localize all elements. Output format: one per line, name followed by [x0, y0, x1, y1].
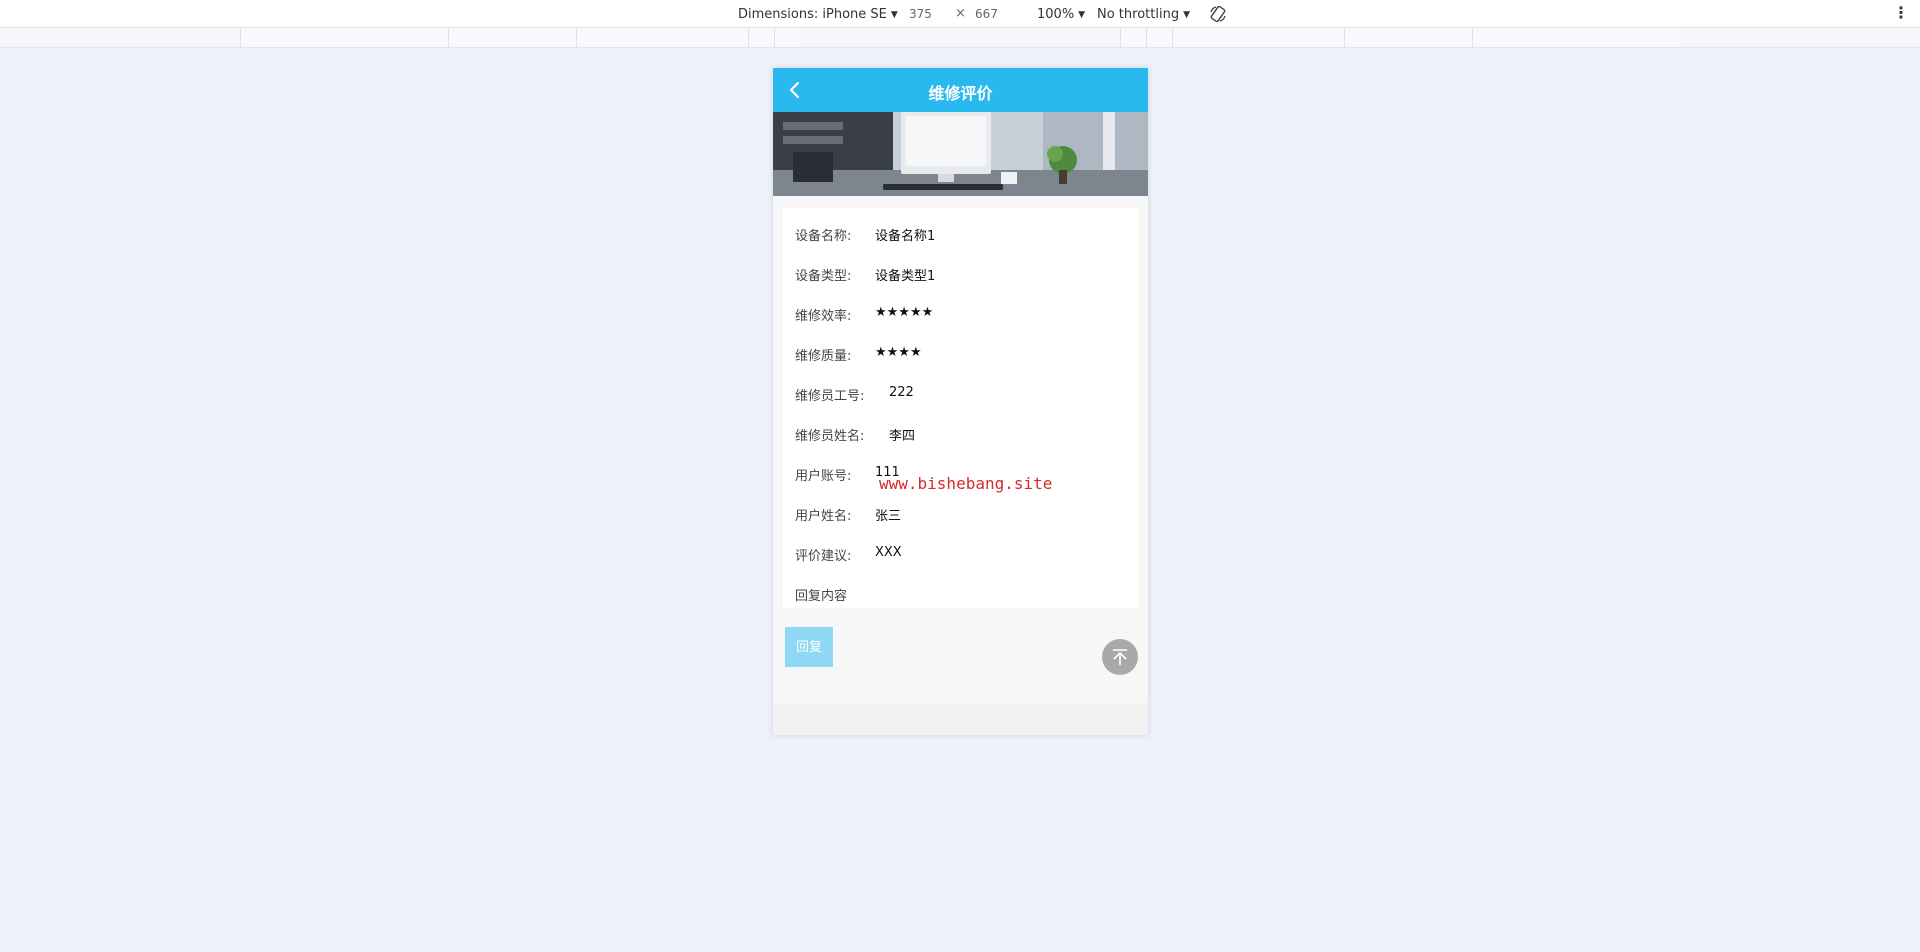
rotate-icon[interactable]: [1208, 4, 1228, 24]
caret-down-icon: ▼: [1183, 10, 1190, 20]
media-query-segment[interactable]: [748, 28, 774, 47]
devtools-device-toolbar: Dimensions: iPhone SE ▼ 375 × 667 100% ▼ N…: [0, 0, 1920, 28]
watermark-text: www.bishebang.site: [879, 474, 1053, 493]
media-query-segment[interactable]: [240, 28, 448, 47]
media-query-segment[interactable]: [448, 28, 576, 47]
back-to-top-button[interactable]: [1102, 639, 1138, 675]
repairer-name-value: 李四: [889, 429, 916, 444]
device-dimensions-label: Dimensions: iPhone SE: [738, 7, 887, 22]
arrow-up-to-top-icon: [1113, 649, 1127, 665]
media-query-segment[interactable]: [774, 28, 800, 47]
zoom-dropdown[interactable]: 100% ▼: [1037, 7, 1085, 22]
repair-quality-label: 维修质量:: [795, 349, 852, 364]
device-dimensions-dropdown[interactable]: Dimensions: iPhone SE ▼: [738, 7, 898, 22]
repair-efficiency-label: 维修效率:: [795, 309, 852, 324]
repairer-id-value: 222: [889, 385, 914, 400]
dimension-separator: ×: [955, 6, 966, 21]
evaluation-advice-label: 评价建议:: [795, 549, 852, 564]
nav-bar: 维修评价: [773, 68, 1148, 112]
device-width-input[interactable]: 375: [909, 7, 932, 21]
office-banner-image: [773, 112, 1148, 196]
bottom-strip: [773, 703, 1148, 735]
page-title: 维修评价: [928, 84, 993, 103]
repairer-id-label: 维修员工号:: [795, 389, 865, 404]
media-query-segment[interactable]: [576, 28, 748, 47]
device-type-label: 设备类型:: [795, 269, 852, 284]
reply-button[interactable]: 回复: [785, 627, 833, 667]
device-name-value: 设备名称1: [875, 229, 936, 244]
reply-content-label: 回复内容: [795, 589, 848, 604]
device-viewport: 维修评价 设备名称: 设备名称1 设备类型: 设备类型1 维修效率: ★★★★★…: [773, 68, 1148, 735]
caret-down-icon: ▼: [1078, 10, 1086, 20]
media-query-bar: [0, 28, 1920, 48]
repair-efficiency-stars: ★★★★★: [875, 305, 934, 320]
repairer-name-label: 维修员姓名:: [795, 429, 865, 444]
repair-quality-stars: ★★★★: [875, 345, 922, 360]
media-query-segment[interactable]: [1344, 28, 1472, 47]
user-name-label: 用户姓名:: [795, 509, 852, 524]
evaluation-advice-value: XXX: [875, 545, 902, 560]
device-type-value: 设备类型1: [875, 269, 936, 284]
throttling-dropdown[interactable]: No throttling ▼: [1097, 7, 1190, 22]
zoom-label: 100%: [1037, 7, 1075, 22]
device-name-label: 设备名称:: [795, 229, 852, 244]
throttling-label: No throttling: [1097, 7, 1180, 22]
media-query-segment[interactable]: [1172, 28, 1344, 47]
user-name-value: 张三: [875, 509, 902, 524]
device-height-input[interactable]: 667: [975, 7, 998, 21]
caret-down-icon: ▼: [890, 10, 898, 20]
evaluation-detail-card: 设备名称: 设备名称1 设备类型: 设备类型1 维修效率: ★★★★★ 维修质量…: [783, 208, 1138, 608]
more-vertical-icon[interactable]: ⋮: [1893, 3, 1909, 22]
media-query-segment[interactable]: [1120, 28, 1146, 47]
user-account-label: 用户账号:: [795, 469, 852, 484]
media-query-segment[interactable]: [1472, 28, 1680, 47]
media-query-segment[interactable]: [1146, 28, 1172, 47]
